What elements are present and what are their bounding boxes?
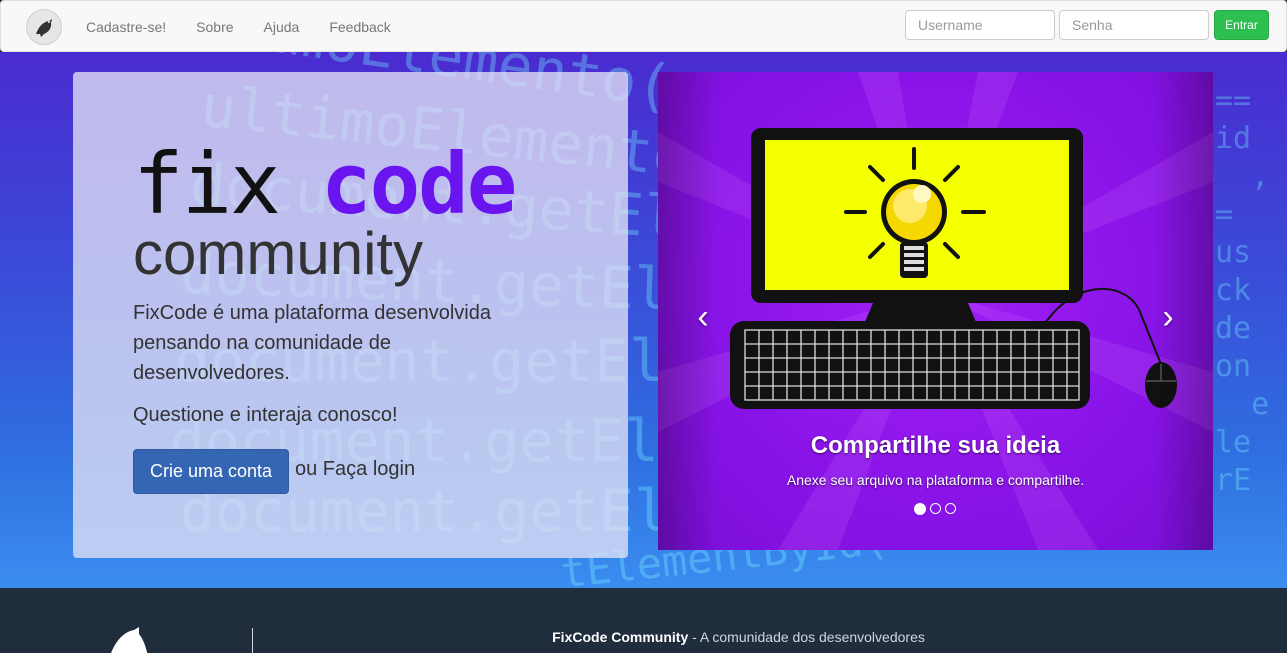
carousel-indicator-1[interactable] [914,503,926,515]
logo-community-text: community [133,220,424,287]
footer-tagline-text: - A comunidade dos desenvolvedores [688,629,925,645]
brand-logo-icon[interactable] [26,9,62,45]
carousel-caption-text: Anexe seu arquivo na plataforma e compar… [786,472,1085,488]
create-account-button[interactable]: Crie uma conta [133,449,289,494]
carousel-indicator-3[interactable] [945,503,956,514]
logo-fix-text: fix [133,135,281,233]
top-navbar: Cadastre-se! Sobre Ajuda Feedback Entrar [0,0,1287,52]
intro-subtitle: Questione e interaja conosco! [133,404,398,426]
carousel-indicator-2[interactable] [930,503,941,514]
carousel-prev-icon[interactable]: ‹ [683,297,723,337]
password-input[interactable] [1059,10,1209,40]
nav-link-feedback[interactable]: Feedback [314,19,405,35]
footer-brand: FixCode Community [552,629,689,645]
carousel-caption-title: Compartilhe sua ideia [810,432,1061,459]
carousel-indicators [914,503,956,515]
nav-link-sobre[interactable]: Sobre [181,19,248,35]
intro-card: fix code community FixCode é uma platafo… [73,72,628,558]
logo-code-text: code [321,135,517,233]
site-footer: FixCode Community - A comunidade dos des… [0,588,1287,653]
footer-tagline: FixCode Community - A comunidade dos des… [0,629,1287,645]
login-link[interactable]: ou Faça login [295,458,415,481]
login-form: Entrar [905,10,1269,40]
username-input[interactable] [905,10,1055,40]
nav-links: Cadastre-se! Sobre Ajuda Feedback [71,1,406,53]
hero-section: ultimoElemento( ultimoElemento document.… [0,52,1287,588]
feature-carousel: ‹ › Compartilhe sua ideia Anexe seu arqu… [658,72,1213,550]
nav-link-ajuda[interactable]: Ajuda [249,19,315,35]
login-submit-button[interactable]: Entrar [1214,10,1269,40]
intro-description: FixCode é uma plataforma desenvolvida pe… [133,302,491,384]
nav-link-cadastre[interactable]: Cadastre-se! [71,19,181,35]
carousel-next-icon[interactable]: › [1148,297,1188,337]
